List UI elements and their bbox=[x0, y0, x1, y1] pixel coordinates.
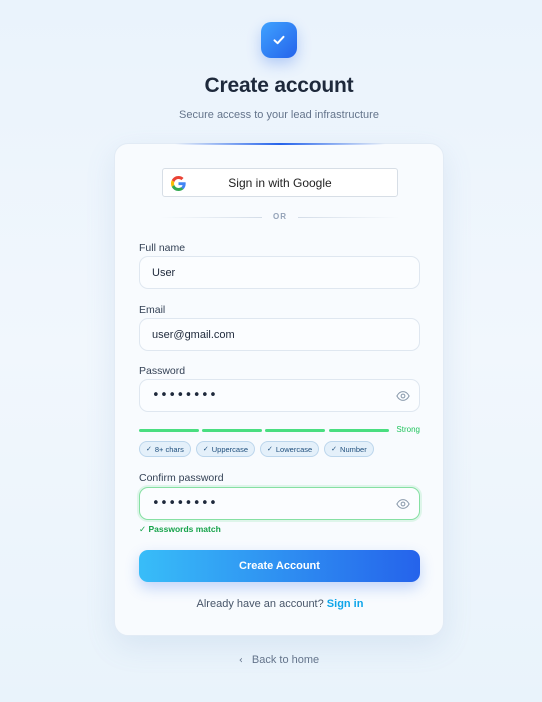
signin-link[interactable]: Sign in bbox=[327, 598, 364, 610]
signin-prompt-text: Already have an account? bbox=[196, 598, 324, 610]
password-strength-meter: Strong bbox=[139, 425, 420, 437]
app-logo bbox=[261, 22, 297, 58]
divider-line-right bbox=[298, 217, 400, 218]
requirement-chip: ✓ Lowercase bbox=[260, 441, 320, 457]
full-name-input[interactable]: User bbox=[139, 256, 420, 289]
check-icon: ✓ bbox=[267, 445, 273, 453]
check-icon: ✓ bbox=[202, 445, 209, 453]
check-icon: ✓ bbox=[139, 525, 147, 535]
signup-card: Sign in with Google OR Full name User Em… bbox=[114, 143, 444, 636]
email-label: Email bbox=[139, 304, 166, 316]
google-signin-button[interactable]: Sign in with Google bbox=[162, 168, 398, 197]
password-match-status: ✓ Passwords match bbox=[139, 524, 221, 535]
email-input[interactable]: user@gmail.com bbox=[139, 318, 420, 351]
check-icon bbox=[273, 35, 285, 45]
password-label: Password bbox=[139, 365, 186, 377]
create-account-button[interactable]: Create Account bbox=[139, 550, 420, 582]
google-signin-label: Sign in with Google bbox=[228, 176, 332, 190]
page-title: Create account bbox=[204, 74, 354, 97]
password-input[interactable]: •••••••• bbox=[139, 379, 420, 412]
chevron-left-icon: ‹ bbox=[238, 655, 243, 666]
eye-icon[interactable] bbox=[396, 389, 410, 403]
strength-label: Strong bbox=[396, 425, 420, 434]
strength-segment bbox=[329, 429, 389, 432]
full-name-label: Full name bbox=[139, 242, 186, 254]
requirement-chip: ✓ Uppercase bbox=[195, 441, 256, 457]
strength-segment bbox=[202, 429, 262, 432]
back-to-home-label: Back to home bbox=[251, 654, 320, 666]
page-subtitle: Secure access to your lead infrastructur… bbox=[179, 109, 379, 121]
eye-icon[interactable] bbox=[396, 497, 410, 511]
strength-segment bbox=[139, 429, 199, 432]
full-name-value: User bbox=[152, 266, 176, 279]
check-icon: ✓ bbox=[146, 445, 152, 453]
confirm-password-label: Confirm password bbox=[139, 472, 224, 484]
confirm-password-value: •••••••• bbox=[152, 496, 218, 511]
requirement-chip: ✓ 8+ chars bbox=[139, 441, 191, 457]
signin-prompt: Already have an account? Sign in bbox=[115, 598, 445, 610]
check-icon: ✓ bbox=[331, 445, 338, 453]
confirm-password-input[interactable]: •••••••• bbox=[139, 487, 420, 520]
password-requirements: ✓ 8+ chars ✓ Uppercase ✓ Lowercase ✓ Number bbox=[139, 441, 374, 457]
email-value: user@gmail.com bbox=[152, 328, 235, 341]
or-divider: OR bbox=[160, 212, 400, 224]
strength-segment bbox=[265, 429, 325, 432]
password-value: •••••••• bbox=[152, 388, 218, 403]
back-to-home-link[interactable]: ‹ Back to home bbox=[0, 654, 542, 666]
card-accent-line bbox=[175, 143, 385, 145]
requirement-chip: ✓ Number bbox=[324, 441, 374, 457]
